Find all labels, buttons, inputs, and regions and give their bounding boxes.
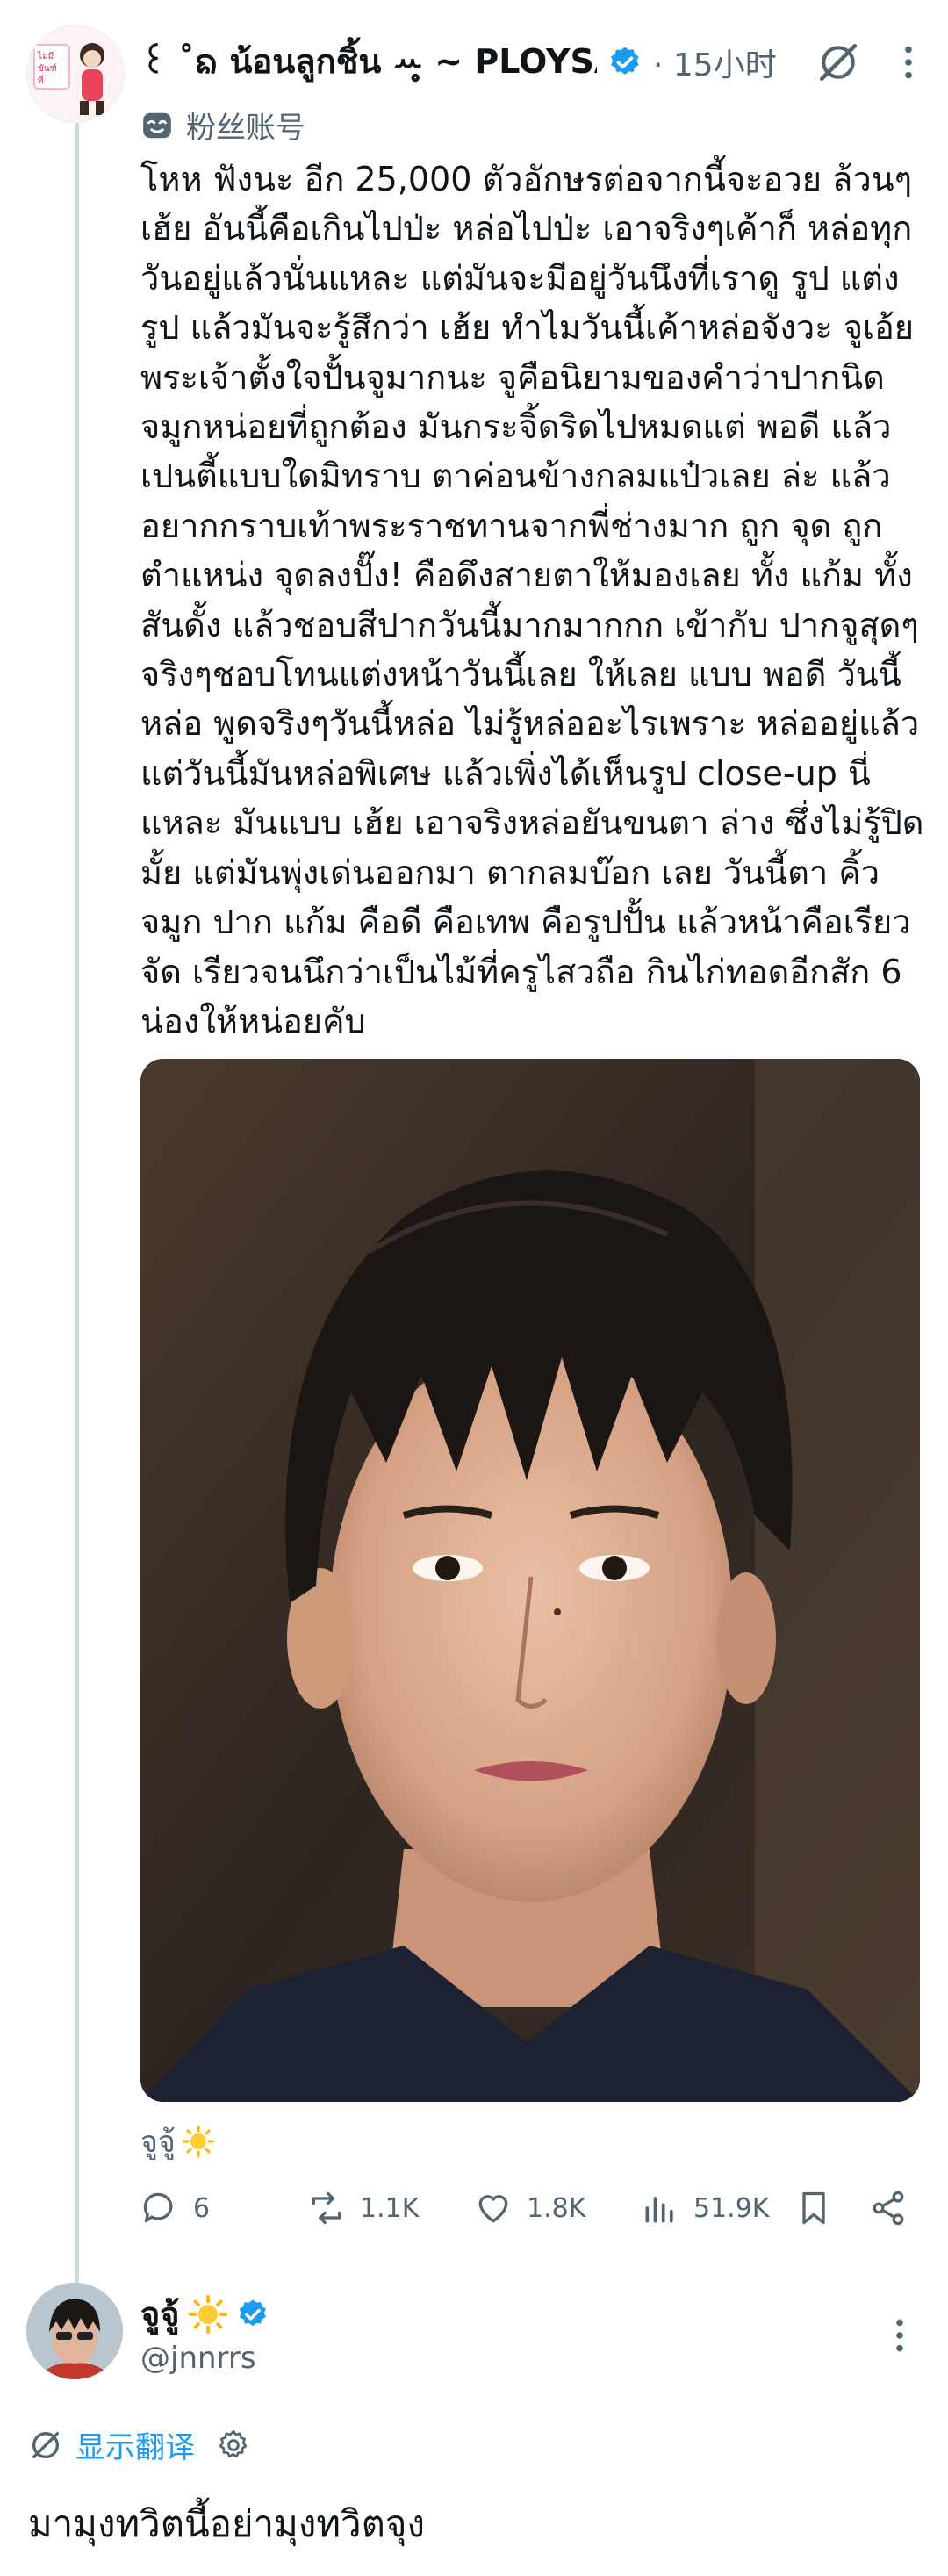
verified-badge-icon: [239, 2299, 266, 2326]
reply-body-text: มามุงทวิตนี้อย่ามุงทวิตจุง: [28, 2502, 425, 2545]
author-display-name[interactable]: ꒰ ˚ᨦ น้อนลูกชิ้น ꕀ̥̥ ~ PLOYSA...: [140, 34, 597, 90]
reply-author-name-row: จูจู้: [140, 2287, 269, 2341]
like-count: 1.8K: [527, 2192, 586, 2224]
reply-display-name[interactable]: จูจู้: [140, 2287, 180, 2341]
post-action-bar: 6 1.1K 1.8K 51.9K: [140, 2177, 930, 2239]
post-body-text: โหห ฟังนะ อีก 25,000 ตัวอักษรต่อจากนี้จะ…: [140, 160, 930, 1040]
photo-caption: จูจู้: [140, 2118, 214, 2165]
portrait-photo-image: [140, 1059, 920, 2102]
svg-text:ที่: ที่: [38, 74, 44, 86]
retweet-count: 1.1K: [360, 2192, 420, 2224]
post-photo[interactable]: [140, 1059, 920, 2102]
avatar-illustration: ไม่มี ขันฑ์ ที่: [27, 25, 124, 122]
retweet-icon: [312, 2191, 341, 2225]
more-icon[interactable]: [887, 40, 930, 84]
show-translation-link[interactable]: 显示翻译: [75, 2423, 195, 2466]
post-timestamp[interactable]: · 15小时: [653, 40, 777, 85]
sun-emoji-icon: [188, 2294, 227, 2334]
like-icon: [478, 2195, 508, 2223]
author-avatar[interactable]: ไม่มี ขันฑ์ ที่: [26, 25, 125, 123]
view-count: 51.9K: [693, 2192, 770, 2224]
svg-text:ไม่มี: ไม่มี: [37, 51, 54, 61]
like-button[interactable]: 1.8K: [474, 2177, 585, 2239]
bookmark-icon: [802, 2191, 825, 2225]
views-button[interactable]: 51.9K: [641, 2177, 769, 2239]
reply-author-avatar[interactable]: [26, 2283, 123, 2379]
bookmark-button[interactable]: [794, 2177, 847, 2239]
retweet-button[interactable]: 1.1K: [307, 2177, 419, 2239]
share-button[interactable]: [869, 2177, 922, 2239]
thread-connector-line: [75, 123, 79, 2283]
settings-gear-icon[interactable]: [216, 2428, 251, 2463]
caption-text: จูจู้: [140, 2125, 176, 2160]
verified-badge-icon: [611, 47, 639, 75]
sun-emoji-icon: [182, 2126, 214, 2157]
reply-button[interactable]: 6: [140, 2177, 210, 2239]
reply-icon: [143, 2192, 173, 2223]
translate-icon: [32, 2431, 60, 2458]
views-icon: [645, 2197, 673, 2223]
svg-text:ขันฑ์: ขันฑ์: [38, 63, 57, 74]
share-icon: [873, 2191, 904, 2226]
account-type-text: 粉丝账号: [186, 111, 305, 146]
reply-avatar-image: [26, 2283, 123, 2379]
post-header: ꒰ ˚ᨦ น้อนลูกชิ้น ꕀ̥̥ ~ PLOYSA... · 15小时: [140, 32, 930, 93]
reply-handle[interactable]: @jnnrrs: [140, 2341, 256, 2376]
reply-count: 6: [193, 2192, 211, 2224]
more-icon[interactable]: [878, 2313, 922, 2357]
grok-icon[interactable]: [816, 40, 860, 84]
fan-mask-icon: [143, 112, 171, 138]
translate-row: 显示翻译: [28, 2423, 251, 2466]
fan-account-label: 粉丝账号: [140, 104, 305, 147]
